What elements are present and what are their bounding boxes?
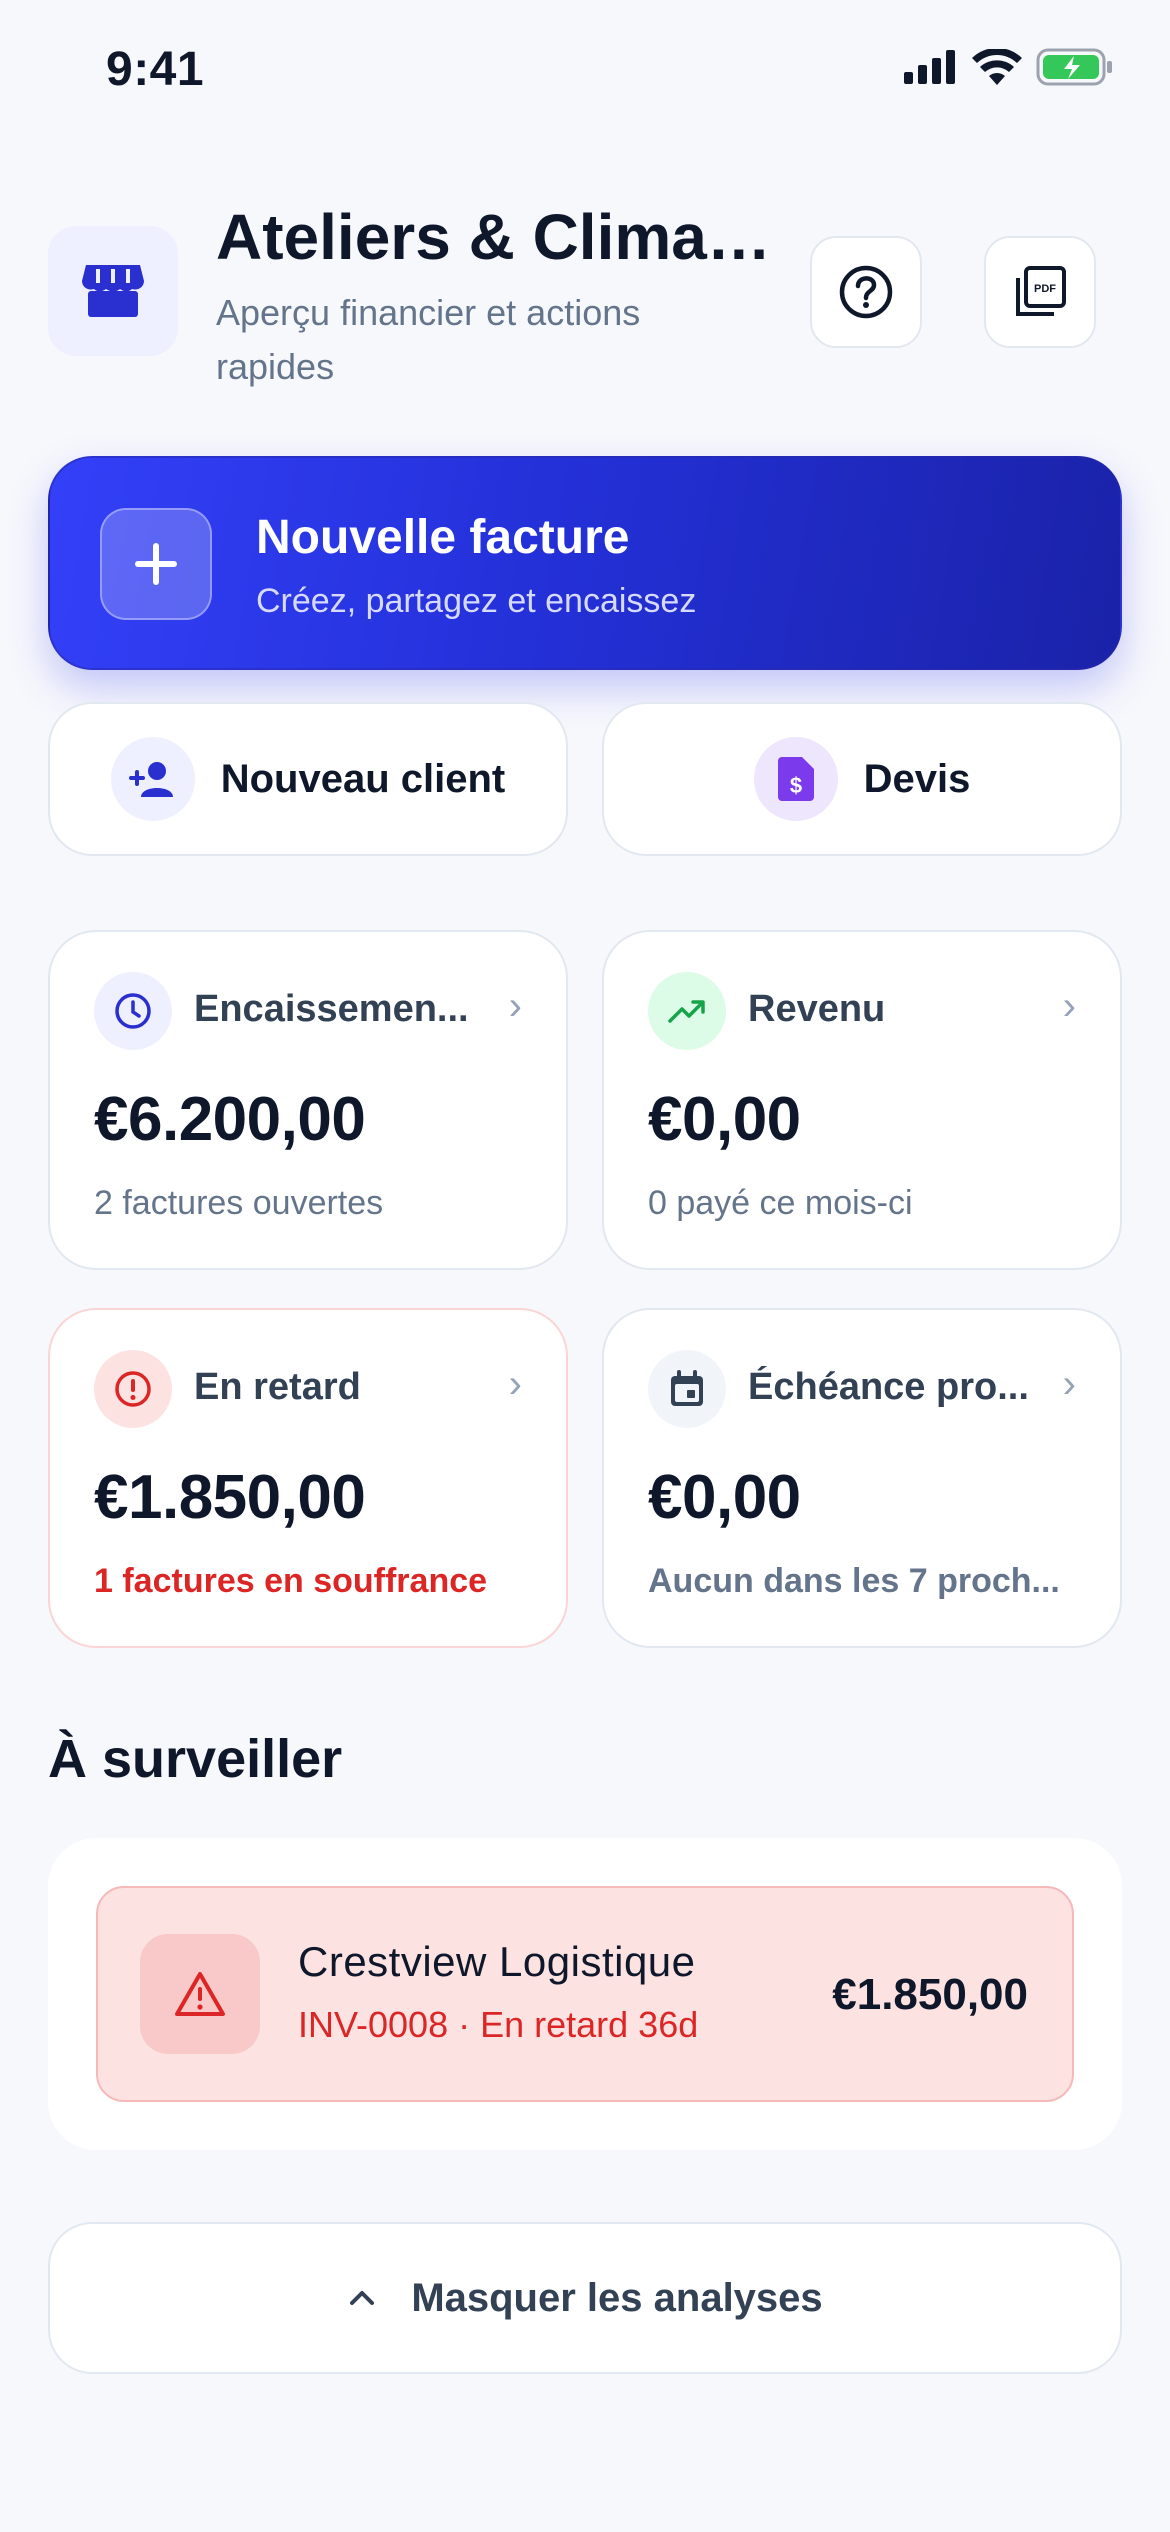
stat-label: Revenu: [748, 988, 886, 1030]
new-invoice-title: Nouvelle facture: [256, 511, 630, 564]
business-name: Ateliers & Clima…: [216, 201, 771, 273]
stat-value: €1.850,00: [94, 1463, 366, 1532]
watch-item-amount: €1.850,00: [832, 1970, 1028, 2019]
person-add-icon: [110, 737, 195, 821]
svg-text:$: $: [790, 773, 802, 798]
stat-card-overdue[interactable]: En retard › €1.850,00 1 factures en souf…: [48, 1308, 568, 1648]
help-circle-icon: [839, 265, 893, 319]
watch-item-meta: INV-0008 · En retard 36d: [298, 2004, 699, 2045]
stat-value: €6.200,00: [94, 1085, 366, 1154]
hide-analytics-label: Masquer les analyses: [411, 2275, 823, 2320]
stat-footer: Aucun dans les 7 proch...: [648, 1562, 1060, 1600]
stat-label: Échéance pro...: [748, 1366, 1029, 1408]
wifi-icon: [972, 49, 1022, 85]
hide-analytics-button[interactable]: Masquer les analyses: [48, 2222, 1122, 2374]
stat-footer: 2 factures ouvertes: [94, 1184, 384, 1222]
chevron-right-icon: ›: [1062, 984, 1076, 1028]
new-client-button[interactable]: Nouveau client: [48, 702, 568, 856]
watch-panel: Crestview Logistique INV-0008 · En retar…: [48, 1838, 1122, 2150]
quote-label: Devis: [863, 756, 971, 801]
clock-icon: [94, 972, 172, 1050]
plus-icon: [100, 508, 212, 620]
pdf-icon: PDF: [1016, 266, 1066, 316]
business-logo: [48, 226, 178, 356]
status-time: 9:41: [106, 43, 205, 96]
chevron-right-icon: ›: [508, 984, 522, 1028]
help-button[interactable]: [810, 236, 922, 348]
stat-card-receivables[interactable]: Encaissemen... › €6.200,00 2 factures ou…: [48, 930, 568, 1270]
watch-section-title: À surveiller: [48, 1729, 343, 1789]
stat-card-revenue[interactable]: Revenu › €0,00 0 payé ce mois-ci: [602, 930, 1122, 1270]
calendar-icon: [648, 1350, 726, 1428]
chevron-right-icon: ›: [508, 1362, 522, 1406]
stat-footer: 0 payé ce mois-ci: [648, 1184, 913, 1222]
watch-item[interactable]: Crestview Logistique INV-0008 · En retar…: [96, 1886, 1074, 2102]
status-icons: [904, 48, 1114, 86]
stat-value: €0,00: [648, 1085, 801, 1154]
pdf-button[interactable]: PDF: [984, 236, 1096, 348]
quote-button[interactable]: $ Devis: [602, 702, 1122, 856]
svg-text:PDF: PDF: [1034, 283, 1056, 295]
stat-label: En retard: [194, 1366, 361, 1408]
new-invoice-subtitle: Créez, partagez et encaissez: [256, 582, 697, 620]
warning-triangle-icon: [140, 1934, 260, 2054]
stat-label: Encaissemen...: [194, 988, 469, 1030]
alert-circle-icon: [94, 1350, 172, 1428]
signal-icon: [904, 50, 955, 84]
chevron-up-icon: [350, 2291, 375, 2305]
battery-icon: [1036, 48, 1112, 86]
stat-footer: 1 factures en souffrance: [94, 1562, 488, 1600]
document-dollar-icon: $: [753, 737, 838, 821]
stat-card-upcoming[interactable]: Échéance pro... › €0,00 Aucun dans les 7…: [602, 1308, 1122, 1648]
new-invoice-button[interactable]: Nouvelle facture Créez, partagez et enca…: [48, 456, 1122, 670]
watch-item-client: Crestview Logistique: [298, 1938, 696, 1985]
chevron-right-icon: ›: [1062, 1362, 1076, 1406]
stat-value: €0,00: [648, 1463, 801, 1532]
trending-up-icon: [648, 972, 726, 1050]
new-client-label: Nouveau client: [220, 756, 506, 801]
header-subtitle: Aperçu financier et actions rapides: [216, 292, 641, 387]
storefront-icon: [82, 265, 144, 317]
